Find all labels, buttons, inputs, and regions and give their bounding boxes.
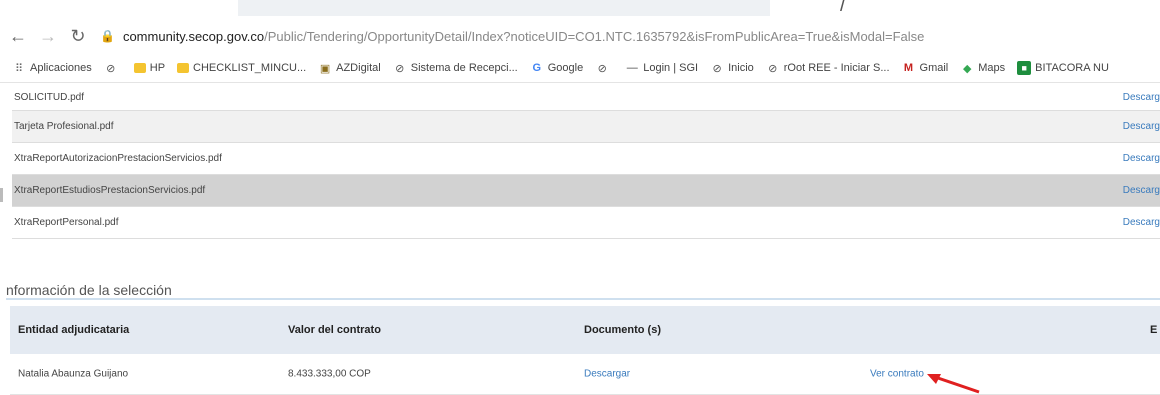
- maps-icon: ◆: [963, 62, 972, 75]
- bookmark-label: Google: [547, 62, 584, 74]
- azdigital-icon: ▣: [319, 62, 331, 75]
- globe-icon: ⊘: [106, 62, 116, 75]
- section-divider: [6, 298, 1160, 300]
- globe-icon: ⊘: [768, 62, 778, 75]
- download-link[interactable]: Descarg: [1123, 92, 1160, 103]
- document-list: SOLICITUD.pdf Descarg Tarjeta Profesiona…: [12, 84, 1160, 239]
- bookmark-label: Inicio: [728, 62, 754, 74]
- section-title: nformación de la selección: [6, 282, 172, 298]
- document-row: SOLICITUD.pdf Descarg: [12, 84, 1160, 111]
- stray-mark: /: [840, 0, 846, 16]
- address-bar: ← → ↻ 🔒 community.secop.gov.co /Public/T…: [0, 18, 1160, 54]
- bookmark-label: CHECKLIST_MINCU...: [193, 62, 307, 74]
- bookmark-globe[interactable]: ⊘: [104, 61, 122, 75]
- view-contract-link[interactable]: Ver contrato: [870, 369, 924, 380]
- bookmark-google[interactable]: G Google: [530, 61, 583, 75]
- bookmark-label: rOot REE - Iniciar S...: [783, 62, 890, 74]
- url-host: community.secop.gov.co: [122, 28, 265, 44]
- download-link[interactable]: Descarg: [1123, 217, 1160, 228]
- top-strip-shade: [238, 0, 770, 16]
- globe-icon: ⊘: [395, 62, 405, 75]
- bookmark-checklist[interactable]: CHECKLIST_MINCU...: [177, 62, 306, 74]
- bitacora-icon: ■: [1017, 61, 1032, 75]
- entity-name: Natalia Abaunza Guijano: [18, 368, 129, 380]
- url-path: /Public/Tendering/OpportunityDetail/Inde…: [264, 28, 925, 44]
- globe-icon: ⊘: [597, 62, 607, 75]
- bookmark-label: Sistema de Recepci...: [410, 62, 518, 74]
- selection-table-header: Entidad adjudicataria Valor del contrato…: [10, 306, 1160, 354]
- apps-icon: ⠿: [14, 62, 24, 75]
- document-row-selected: XtraReportEstudiosPrestacionServicios.pd…: [12, 175, 1160, 207]
- selection-table: Entidad adjudicataria Valor del contrato…: [10, 306, 1160, 395]
- download-link[interactable]: Descarg: [1123, 185, 1160, 196]
- google-icon: G: [532, 62, 542, 74]
- globe-icon: ⊘: [712, 62, 722, 75]
- download-document-link[interactable]: Descargar: [584, 369, 630, 380]
- bookmark-label: BITACORA NU: [1035, 62, 1109, 74]
- bookmark-inicio[interactable]: ⊘ Inicio: [710, 61, 754, 75]
- document-name: Tarjeta Profesional.pdf: [14, 121, 114, 132]
- bookmark-globe-2[interactable]: ⊘: [595, 61, 613, 75]
- bookmark-login[interactable]: — Login | SGI: [625, 61, 698, 75]
- bookmark-bitacora[interactable]: ■ BITACORA NU: [1017, 61, 1109, 75]
- back-arrow-icon[interactable]: ←: [6, 24, 30, 48]
- bookmark-hp[interactable]: HP: [133, 62, 166, 74]
- bookmark-label: Gmail: [919, 62, 949, 74]
- document-name: XtraReportAutorizacionPrestacionServicio…: [14, 153, 222, 164]
- red-arrow-icon: [927, 374, 980, 394]
- download-link[interactable]: Descarg: [1123, 153, 1160, 164]
- header-documento: Documento (s): [584, 324, 661, 336]
- bookmark-label: HP: [149, 62, 166, 74]
- bookmark-azdigital[interactable]: ▣ AZDigital: [318, 61, 381, 75]
- document-row: XtraReportPersonal.pdf Descarg: [12, 207, 1160, 239]
- bookmark-gmail[interactable]: M Gmail: [902, 61, 949, 75]
- bookmark-label: Login | SGI: [643, 62, 699, 74]
- left-edge-mark: [0, 188, 3, 202]
- document-name: XtraReportPersonal.pdf: [14, 217, 119, 228]
- document-name: XtraReportEstudiosPrestacionServicios.pd…: [14, 185, 206, 196]
- gmail-icon: M: [903, 62, 914, 74]
- lock-icon: 🔒: [100, 29, 115, 43]
- bookmark-label: Maps: [978, 62, 1006, 74]
- bookmark-maps[interactable]: ◆ Maps: [960, 61, 1005, 75]
- bookmark-root[interactable]: ⊘ rOot REE - Iniciar S...: [766, 61, 890, 75]
- bookmark-label: AZDigital: [336, 62, 381, 74]
- header-valor: Valor del contrato: [288, 324, 381, 336]
- bookmark-sistema[interactable]: ⊘ Sistema de Recepci...: [393, 61, 518, 75]
- folder-icon: [177, 63, 190, 73]
- forward-arrow-icon[interactable]: →: [36, 24, 60, 48]
- contract-value: 8.433.333,00 COP: [288, 368, 371, 380]
- login-icon: —: [626, 62, 638, 74]
- download-link[interactable]: Descarg: [1123, 121, 1160, 132]
- header-entidad: Entidad adjudicataria: [18, 324, 130, 336]
- document-row: XtraReportAutorizacionPrestacionServicio…: [12, 143, 1160, 175]
- folder-icon: [133, 63, 146, 73]
- url-omnibox[interactable]: 🔒 community.secop.gov.co /Public/Tenderi…: [100, 22, 924, 50]
- bookmarks-bar: ⠿ Aplicaciones ⊘ HP CHECKLIST_MINCU... ▣ A…: [0, 54, 1160, 83]
- document-name: SOLICITUD.pdf: [14, 91, 85, 103]
- top-strip: /: [0, 0, 1160, 18]
- bookmark-label: Aplicaciones: [30, 62, 92, 74]
- header-cut: E: [1150, 324, 1158, 336]
- table-row: Natalia Abaunza Guijano 8.433.333,00 COP…: [10, 354, 1160, 395]
- document-row: Tarjeta Profesional.pdf Descarg: [12, 111, 1160, 143]
- bookmark-aplicaciones[interactable]: ⠿ Aplicaciones: [12, 61, 92, 75]
- reload-icon[interactable]: ↻: [66, 24, 90, 48]
